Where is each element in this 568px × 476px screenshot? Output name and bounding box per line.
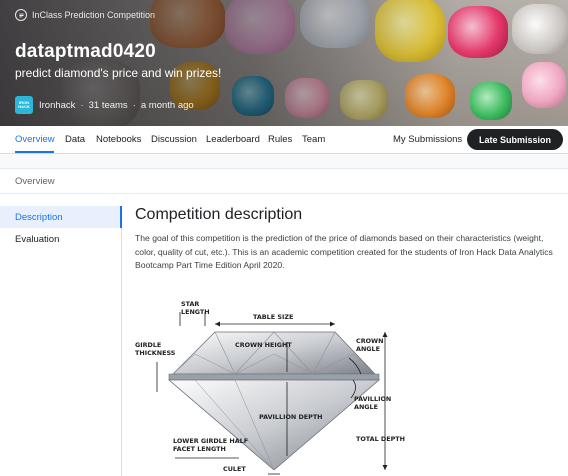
competition-type-badge: InClass Prediction Competition [15, 9, 155, 21]
competition-tabs: Overview Data Notebooks Discussion Leade… [0, 126, 568, 154]
meta-separator: · [80, 99, 84, 111]
sidebar-item-description[interactable]: Description [0, 206, 122, 228]
tab-leaderboard[interactable]: Leaderboard [206, 134, 260, 145]
meta-separator: · [132, 99, 136, 111]
late-submission-button[interactable]: Late Submission [467, 129, 563, 150]
competition-age: a month ago [140, 99, 194, 111]
ironhack-logo[interactable]: IRON HACK [15, 96, 33, 114]
sidebar-item-evaluation[interactable]: Evaluation [0, 228, 121, 250]
competition-subtitle: predict diamond's price and win prizes! [15, 66, 222, 80]
label-star-length: STAR LENGTH [181, 300, 210, 316]
competition-badge-icon [15, 9, 27, 21]
competition-header: InClass Prediction Competition dataptmad… [0, 0, 568, 126]
tab-overview[interactable]: Overview [15, 134, 55, 145]
label-culet: CULET [223, 465, 246, 473]
description-panel: Competition description The goal of this… [135, 206, 555, 273]
section-spacer [0, 154, 568, 168]
tab-notebooks[interactable]: Notebooks [96, 134, 141, 145]
diamond-anatomy-diagram: STAR LENGTH TABLE SIZE GIRDLE THICKNESS … [135, 298, 409, 476]
sidebar-item-label: Evaluation [15, 233, 60, 245]
label-pavillion-angle: PAVILLION ANGLE [354, 395, 392, 411]
label-pavillion-depth: PAVILLION DEPTH [259, 413, 323, 421]
active-tab-indicator [15, 151, 54, 153]
label-crown-height: CROWN HEIGHT [235, 341, 292, 349]
overview-content: Description Evaluation Competition descr… [0, 194, 568, 476]
tab-data[interactable]: Data [65, 134, 85, 145]
label-crown-angle: CROWN ANGLE [356, 337, 384, 353]
tab-team[interactable]: Team [302, 134, 325, 145]
competition-title: dataptmad0420 [15, 41, 156, 62]
description-heading: Competition description [135, 206, 303, 223]
competition-type-label: InClass Prediction Competition [32, 10, 156, 20]
tab-rules[interactable]: Rules [268, 134, 292, 145]
tab-discussion[interactable]: Discussion [151, 134, 197, 145]
sidebar-item-label: Description [15, 211, 63, 223]
host-name-link[interactable]: Ironhack [39, 100, 75, 111]
label-table-size: TABLE SIZE [253, 313, 294, 321]
overview-section-label: Overview [15, 175, 55, 187]
host-logo-text: IRON HACK [18, 100, 30, 109]
label-total-depth: TOTAL DEPTH [356, 435, 405, 443]
my-submissions-link[interactable]: My Submissions [393, 134, 462, 145]
label-lower-girdle-half-facet-length: LOWER GIRDLE HALF FACET LENGTH [173, 437, 249, 453]
competition-meta: IRON HACK Ironhack · 31 teams · a month … [15, 96, 194, 114]
overview-sidebar: Description Evaluation [0, 206, 122, 476]
teams-count[interactable]: 31 teams [89, 100, 128, 111]
label-girdle-thickness: GIRDLE THICKNESS [135, 341, 176, 357]
overview-section-header: Overview [0, 168, 568, 194]
description-text: The goal of this competition is the pred… [135, 233, 553, 270]
